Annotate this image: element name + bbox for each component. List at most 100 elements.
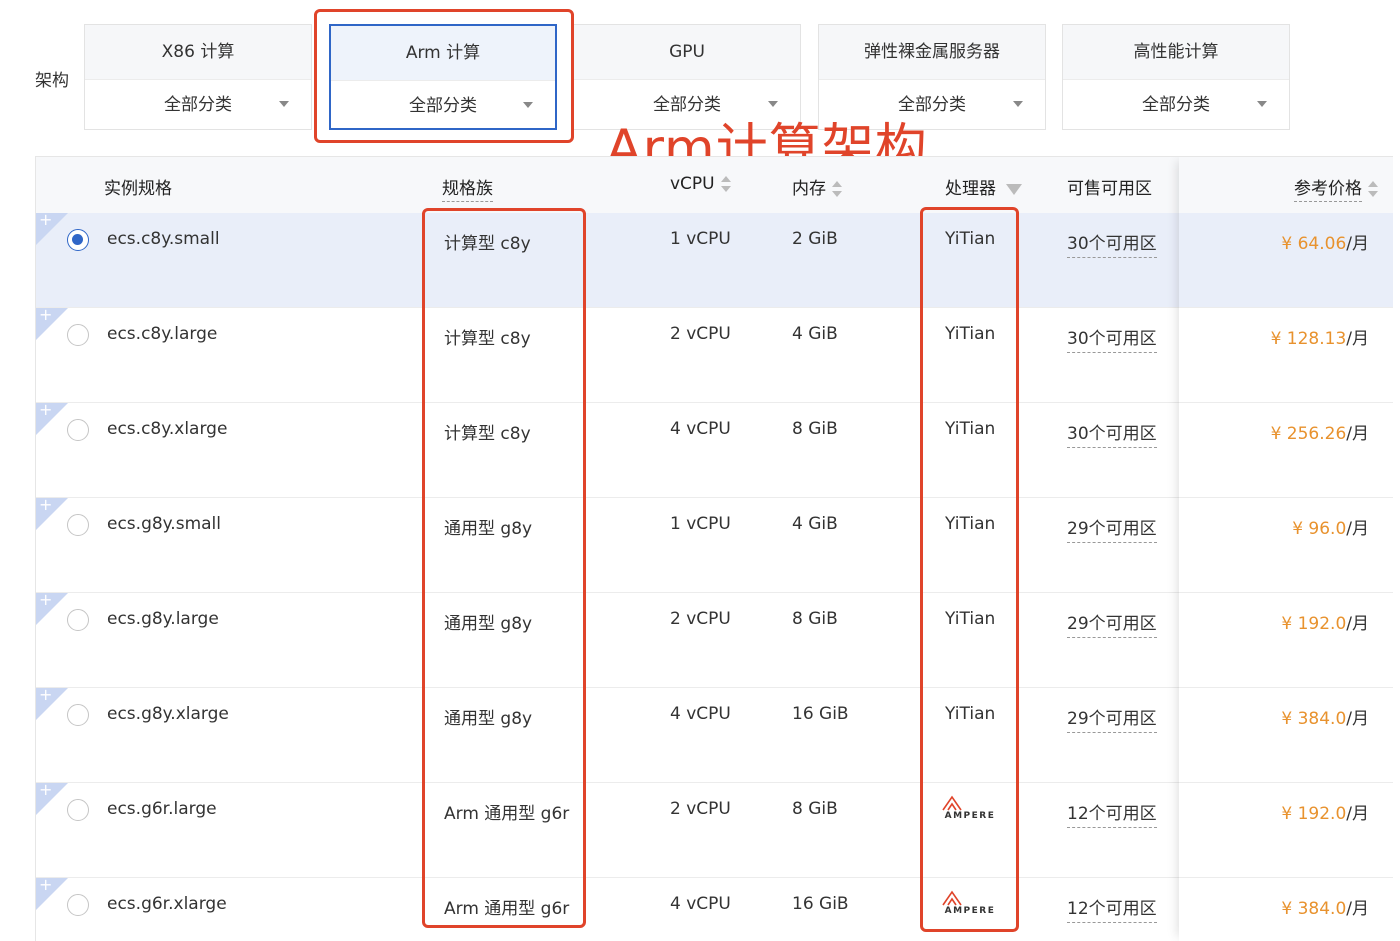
availability-zones[interactable]: 12个可用区: [1067, 799, 1157, 828]
price-unit: /月: [1346, 424, 1369, 444]
plus-icon[interactable]: +: [39, 686, 52, 704]
price-value: ¥ 192.0: [1281, 614, 1347, 634]
chevron-down-icon: [279, 101, 289, 107]
row-radio-button[interactable]: [67, 324, 89, 346]
availability-zones[interactable]: 30个可用区: [1067, 419, 1157, 448]
table-row[interactable]: + ecs.c8y.large 计算型 c8y 2 vCPU 4 GiB YiTian 30…: [36, 306, 1393, 403]
ampere-logo-icon: [942, 890, 962, 906]
table-row[interactable]: + ecs.c8y.xlarge 计算型 c8y 4 vCPU 8 GiB YiTian 3…: [36, 401, 1393, 498]
plus-icon[interactable]: +: [39, 211, 52, 229]
plus-icon[interactable]: +: [39, 306, 52, 324]
instance-spec: ecs.g8y.small: [107, 514, 221, 534]
availability-zones[interactable]: 30个可用区: [1067, 229, 1157, 258]
row-radio-button[interactable]: [67, 229, 89, 251]
header-memory[interactable]: 内存: [792, 174, 842, 199]
instance-price: ¥ 192.0/月: [1281, 799, 1369, 824]
table-row[interactable]: + ecs.g8y.small 通用型 g8y 1 vCPU 4 GiB YiTian 29…: [36, 496, 1393, 593]
instance-vcpu: 4 vCPU: [670, 894, 731, 914]
price-value: ¥ 64.06: [1281, 234, 1347, 254]
instance-family: Arm 通用型 g6r: [444, 899, 570, 919]
category-x86-filter-label: 全部分类: [164, 95, 232, 115]
zones-link[interactable]: 29个可用区: [1067, 614, 1157, 638]
category-hpc-name[interactable]: 高性能计算: [1063, 25, 1289, 80]
table-row[interactable]: + ecs.g8y.xlarge 通用型 g8y 4 vCPU 16 GiB YiTian…: [36, 686, 1393, 783]
table-row[interactable]: + ecs.g8y.large 通用型 g8y 2 vCPU 8 GiB YiTian 29…: [36, 591, 1393, 688]
category-hpc-filter-label: 全部分类: [1142, 95, 1210, 115]
category-x86-filter[interactable]: 全部分类: [85, 80, 311, 130]
instance-vcpu: 4 vCPU: [670, 419, 731, 439]
instance-family: Arm 通用型 g6r: [444, 804, 570, 824]
processor-name: YiTian: [945, 229, 996, 249]
zones-link[interactable]: 12个可用区: [1067, 899, 1157, 923]
row-radio-button[interactable]: [67, 514, 89, 536]
row-radio-button[interactable]: [67, 799, 89, 821]
table-row[interactable]: + ecs.g6r.xlarge Arm 通用型 g6r 4 vCPU 16 GiB AM…: [36, 876, 1393, 941]
table-row[interactable]: + ecs.g6r.large Arm 通用型 g6r 2 vCPU 8 GiB AMPE…: [36, 781, 1393, 878]
zones-link[interactable]: 30个可用区: [1067, 234, 1157, 258]
availability-zones[interactable]: 12个可用区: [1067, 894, 1157, 923]
architecture-label: 架构: [35, 71, 69, 91]
plus-icon[interactable]: +: [39, 591, 52, 609]
category-gpu-name[interactable]: GPU: [574, 25, 800, 80]
category-x86[interactable]: X86 计算 全部分类: [84, 24, 312, 130]
table-row[interactable]: + ecs.c8y.small 计算型 c8y 1 vCPU 2 GiB YiTian 30…: [36, 211, 1393, 308]
ampere-logo-icon: [942, 795, 962, 811]
instance-price: ¥ 128.13/月: [1271, 324, 1369, 349]
price-unit: /月: [1346, 614, 1369, 634]
chevron-down-icon: [1013, 101, 1023, 107]
price-unit: /月: [1346, 234, 1369, 254]
plus-icon[interactable]: +: [39, 496, 52, 514]
sort-icon[interactable]: [832, 180, 842, 198]
category-bare-metal-name[interactable]: 弹性裸金属服务器: [819, 25, 1045, 80]
instance-spec: ecs.c8y.xlarge: [107, 419, 228, 439]
category-arm-filter[interactable]: 全部分类: [331, 81, 555, 131]
instance-memory: 8 GiB: [792, 609, 838, 629]
availability-zones[interactable]: 29个可用区: [1067, 514, 1157, 543]
plus-icon[interactable]: +: [39, 876, 52, 894]
category-arm-filter-label: 全部分类: [409, 96, 477, 116]
zones-link[interactable]: 12个可用区: [1067, 804, 1157, 828]
availability-zones[interactable]: 30个可用区: [1067, 324, 1157, 353]
header-processor[interactable]: 处理器: [945, 174, 1022, 199]
row-radio-button[interactable]: [67, 419, 89, 441]
category-hpc[interactable]: 高性能计算 全部分类: [1062, 24, 1290, 130]
zones-link[interactable]: 29个可用区: [1067, 519, 1157, 543]
zones-link[interactable]: 30个可用区: [1067, 329, 1157, 353]
header-zones: 可售可用区: [1067, 179, 1152, 199]
header-price[interactable]: 参考价格: [1294, 174, 1378, 202]
plus-icon[interactable]: +: [39, 401, 52, 419]
instance-price: ¥ 384.0/月: [1281, 704, 1369, 729]
instance-family: 计算型 c8y: [444, 234, 531, 254]
processor-name: YiTian: [945, 609, 996, 629]
price-value: ¥ 192.0: [1281, 804, 1347, 824]
instance-price: ¥ 96.0/月: [1292, 514, 1369, 539]
header-vcpu[interactable]: vCPU: [670, 174, 731, 194]
row-radio-button[interactable]: [67, 609, 89, 631]
plus-icon[interactable]: +: [39, 781, 52, 799]
sort-icon[interactable]: [720, 175, 731, 193]
price-value: ¥ 256.26: [1270, 424, 1347, 444]
header-family[interactable]: 规格族: [442, 174, 493, 202]
instance-vcpu: 1 vCPU: [670, 514, 731, 534]
instance-memory: 2 GiB: [792, 229, 838, 249]
zones-link[interactable]: 30个可用区: [1067, 424, 1157, 448]
sort-icon[interactable]: [1368, 180, 1378, 198]
availability-zones[interactable]: 29个可用区: [1067, 609, 1157, 638]
category-arm-name[interactable]: Arm 计算: [331, 26, 555, 81]
category-hpc-filter[interactable]: 全部分类: [1063, 80, 1289, 130]
filter-icon[interactable]: [1006, 183, 1022, 195]
zones-link[interactable]: 29个可用区: [1067, 709, 1157, 733]
table-header: 实例规格 规格族 vCPU 内存 处理器 可售可用区 参考价格: [36, 157, 1393, 214]
instance-table: 实例规格 规格族 vCPU 内存 处理器 可售可用区 参考价格 + ecs.c8y…: [35, 156, 1393, 941]
availability-zones[interactable]: 29个可用区: [1067, 704, 1157, 733]
instance-spec: ecs.g6r.xlarge: [107, 894, 227, 914]
instance-vcpu: 2 vCPU: [670, 324, 731, 344]
instance-spec: ecs.c8y.large: [107, 324, 218, 344]
instance-vcpu: 4 vCPU: [670, 704, 731, 724]
instance-vcpu: 1 vCPU: [670, 229, 731, 249]
row-radio-button[interactable]: [67, 704, 89, 726]
category-arm[interactable]: Arm 计算 全部分类: [329, 24, 557, 130]
instance-memory: 16 GiB: [792, 894, 849, 914]
row-radio-button[interactable]: [67, 894, 89, 916]
category-x86-name[interactable]: X86 计算: [85, 25, 311, 80]
